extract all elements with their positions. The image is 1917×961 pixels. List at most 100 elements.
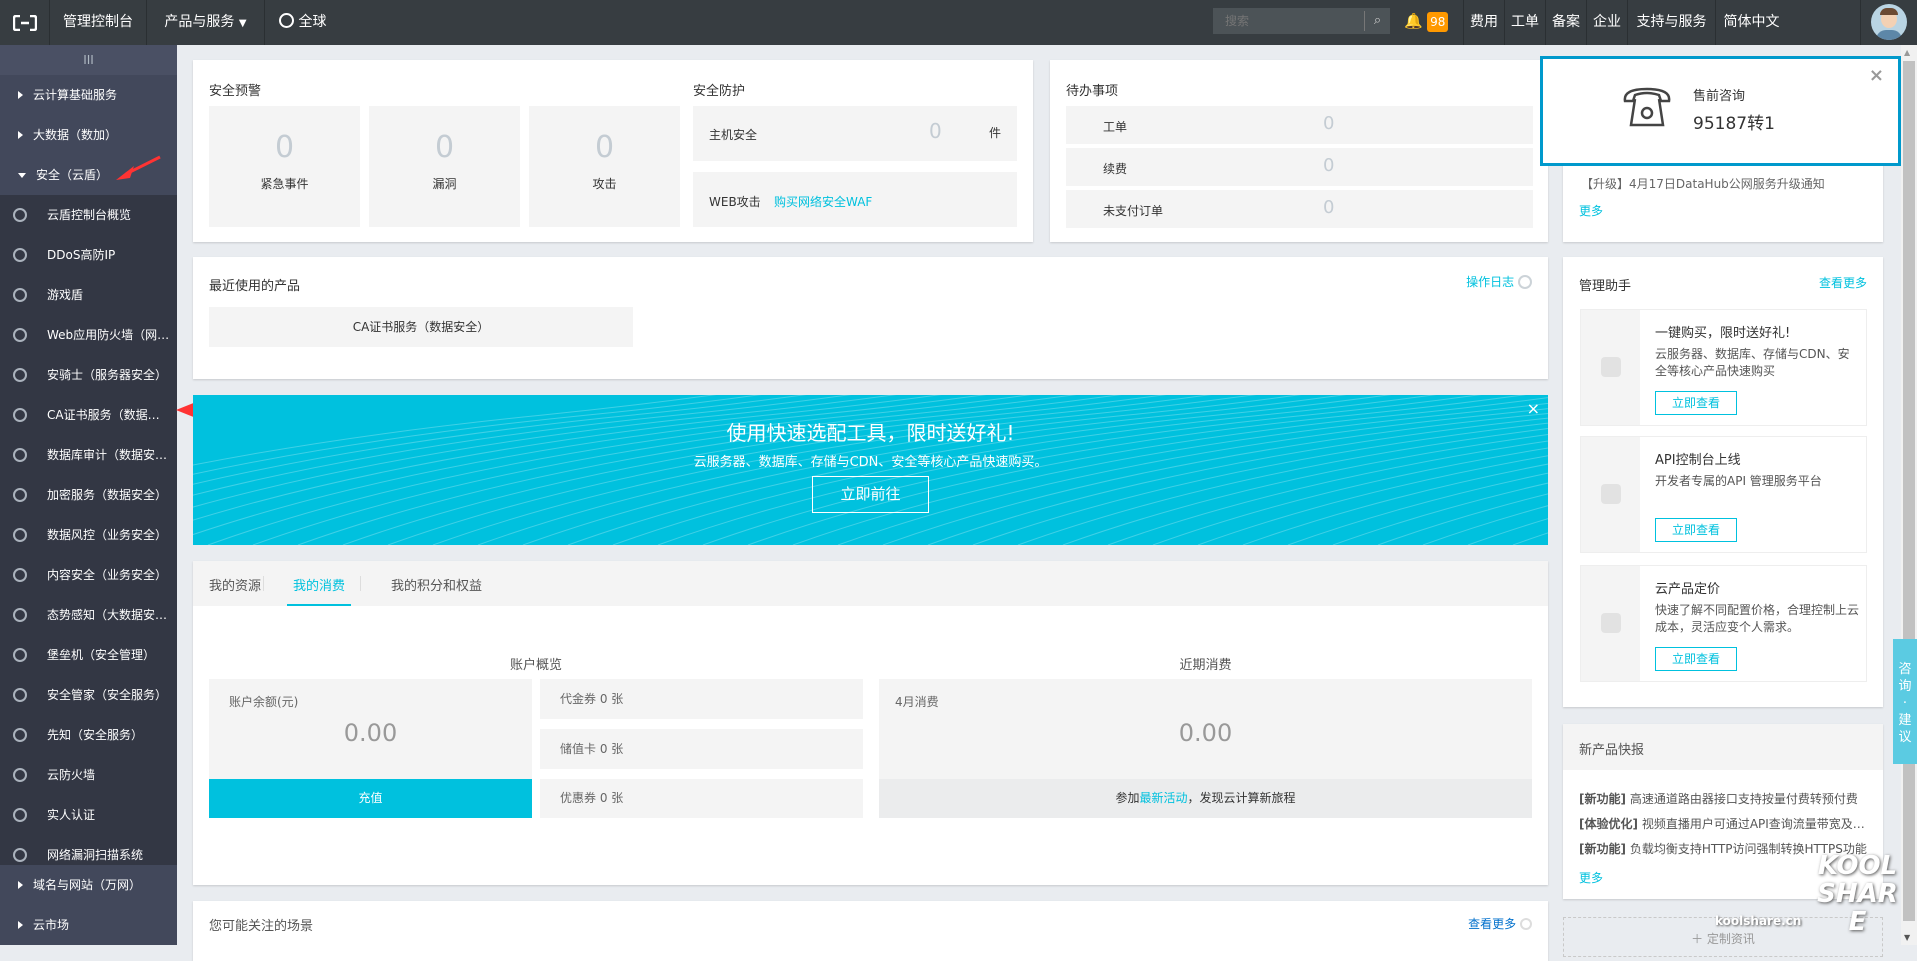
sidebar-item[interactable]: Web应用防火墙（网… <box>0 315 177 355</box>
assistant-more-link[interactable]: 查看更多 <box>1819 274 1867 291</box>
nav-icp[interactable]: 备案 <box>1545 0 1586 45</box>
scroll-up-icon[interactable]: ▲ <box>1904 48 1910 57</box>
sidebar-item[interactable]: 云盾控制台概览 <box>0 195 177 235</box>
news-more-link[interactable]: 更多 <box>1579 869 1603 886</box>
scrollbar-thumb[interactable] <box>1903 61 1915 921</box>
search-input[interactable] <box>1213 8 1363 34</box>
tab-bar: 我的资源 我的消费 我的积分和权益 <box>193 561 1548 606</box>
product-icon <box>13 248 27 262</box>
language-selector[interactable]: 简体中文 <box>1715 0 1787 45</box>
todo-label: 未支付订单 <box>1103 202 1163 219</box>
sidebar-item[interactable]: 内容安全（业务安全） <box>0 555 177 595</box>
recent-products-card: 最近使用的产品 操作日志 CA证书服务（数据安全） <box>193 257 1548 379</box>
sidebar-item[interactable]: CA证书服务（数据安… <box>0 395 177 435</box>
product-icon <box>13 608 27 622</box>
sidebar-category-domains[interactable]: 域名与网站（万网） <box>0 865 177 905</box>
banner-close-icon[interactable]: × <box>1527 399 1540 418</box>
account-overview-title: 账户概览 <box>209 654 863 673</box>
popup-phone: 95187转1 <box>1693 109 1775 134</box>
host-security-row[interactable]: 主机安全 0 件 <box>693 106 1017 161</box>
search-icon[interactable]: ⌕ <box>1364 11 1390 31</box>
sidebar-category-big-data[interactable]: 大数据（数加） <box>0 115 177 155</box>
news-tag: [新功能] <box>1579 842 1626 856</box>
nav-enterprise[interactable]: 企业 <box>1586 0 1627 45</box>
todo-row[interactable]: 续费0 <box>1066 148 1533 186</box>
host-security-label: 主机安全 <box>709 126 757 143</box>
product-icon <box>13 288 27 302</box>
news-item[interactable]: [体验优化] 视频直播用户可通过API查询流量带宽及… <box>1579 815 1865 832</box>
search-box[interactable]: ⌕ <box>1213 8 1390 34</box>
view-now-button[interactable]: 立即查看 <box>1655 647 1737 671</box>
alert-label: 紧急事件 <box>209 175 360 192</box>
alert-stat-box[interactable]: 0攻击 <box>529 106 680 227</box>
sidebar-item[interactable]: 加密服务（数据安全） <box>0 475 177 515</box>
page-scrollbar[interactable]: ▲ ▼ <box>1901 45 1917 945</box>
sidebar-item[interactable]: DDoS高防IP <box>0 235 177 275</box>
sidebar-category-cloud-computing[interactable]: 云计算基础服务 <box>0 75 177 115</box>
sidebar-category-marketplace[interactable]: 云市场 <box>0 905 177 945</box>
sidebar-item[interactable]: 实人认证 <box>0 795 177 835</box>
bell-icon: 🔔 <box>1404 12 1423 30</box>
nav-billing[interactable]: 费用 <box>1463 0 1504 45</box>
stored-card-row[interactable]: 储值卡 0 张 <box>540 729 863 769</box>
buy-waf-link[interactable]: 购买网络安全WAF <box>774 193 872 210</box>
promo-pre-text: 参加 <box>1115 791 1139 805</box>
todo-row[interactable]: 未支付订单0 <box>1066 190 1533 228</box>
feedback-tab[interactable]: 咨询·建议 <box>1893 639 1917 764</box>
scenes-more-link[interactable]: 查看更多 <box>1468 915 1532 932</box>
alert-stat-box[interactable]: 0漏洞 <box>369 106 520 227</box>
sidebar-item[interactable]: 数据风控（业务安全） <box>0 515 177 555</box>
products-services-menu[interactable]: 产品与服务 ▼ <box>147 0 265 45</box>
caret-right-icon <box>18 131 23 139</box>
sidebar-item[interactable]: 游戏盾 <box>0 275 177 315</box>
recharge-button[interactable]: 充值 <box>209 779 532 818</box>
product-icon <box>13 448 27 462</box>
sidebar-item[interactable]: 态势感知（大数据安… <box>0 595 177 635</box>
notice-more-link[interactable]: 更多 <box>1579 202 1603 219</box>
nav-tickets[interactable]: 工单 <box>1504 0 1545 45</box>
sidebar-item[interactable]: 云防火墙 <box>0 755 177 795</box>
notice-item[interactable]: 【升级】4月17日DataHub公网服务升级通知 <box>1581 175 1825 192</box>
latest-activity-link[interactable]: 最新活动 <box>1139 791 1187 805</box>
banner-go-button[interactable]: 立即前往 <box>812 476 929 513</box>
category-label: 安全（云盾） <box>36 168 108 182</box>
view-now-button[interactable]: 立即查看 <box>1655 391 1737 415</box>
sidebar-collapse-toggle[interactable]: III <box>0 45 177 75</box>
recent-product-item[interactable]: CA证书服务（数据安全） <box>209 307 633 347</box>
news-item[interactable]: [新功能] 高速通道路由器接口支持按量付费转预付费 <box>1579 790 1858 807</box>
user-avatar-button[interactable] <box>1860 0 1917 45</box>
popup-close-icon[interactable]: × <box>1869 65 1884 86</box>
voucher-row[interactable]: 代金券 0 张 <box>540 679 863 719</box>
todo-row[interactable]: 工单0 <box>1066 106 1533 144</box>
sidebar-item[interactable]: 数据库审计（数据安… <box>0 435 177 475</box>
sidebar-item[interactable]: 堡垒机（安全管理） <box>0 635 177 675</box>
sidebar-item[interactable]: 安全管家（安全服务） <box>0 675 177 715</box>
sidebar-item-label: 实人认证 <box>47 808 95 822</box>
feedback-label: 咨询·建议 <box>1898 661 1912 746</box>
view-now-button[interactable]: 立即查看 <box>1655 518 1737 542</box>
operation-log-link[interactable]: 操作日志 <box>1466 273 1532 290</box>
assistant-item-title: 一键购买，限时送好礼! <box>1655 322 1790 341</box>
sidebar-item-label: 数据风控（业务安全） <box>47 528 167 542</box>
nav-support[interactable]: 支持与服务 <box>1627 0 1715 45</box>
aliyun-logo[interactable] <box>0 0 50 45</box>
sidebar-item-label: CA证书服务（数据安… <box>47 408 172 422</box>
sidebar-item[interactable]: 先知（安全服务） <box>0 715 177 755</box>
news-title: 新产品快报 <box>1563 724 1883 770</box>
notifications-button[interactable]: 🔔 98 <box>1404 12 1448 32</box>
alert-stat-box[interactable]: 0紧急事件 <box>209 106 360 227</box>
tab-my-points[interactable]: 我的积分和权益 <box>391 575 482 594</box>
region-selector[interactable]: 全球 <box>265 0 340 45</box>
tab-my-resources[interactable]: 我的资源 <box>209 575 261 594</box>
sidebar-item[interactable]: 安骑士（服务器安全） <box>0 355 177 395</box>
sidebar-item-label: DDoS高防IP <box>47 248 115 262</box>
console-home-link[interactable]: 管理控制台 <box>50 0 147 45</box>
clock-icon <box>1518 275 1532 289</box>
host-security-value: 0 <box>929 119 942 143</box>
sidebar-item-label: 安全管家（安全服务） <box>47 688 167 702</box>
tab-my-consumption[interactable]: 我的消费 <box>287 575 351 606</box>
coupon-row[interactable]: 优惠券 0 张 <box>540 779 863 818</box>
sidebar-item-label: 云防火墙 <box>47 768 95 782</box>
category-label: 域名与网站（万网） <box>33 878 141 892</box>
promo-footer: 参加最新活动，发现云计算新旅程 <box>879 779 1532 818</box>
